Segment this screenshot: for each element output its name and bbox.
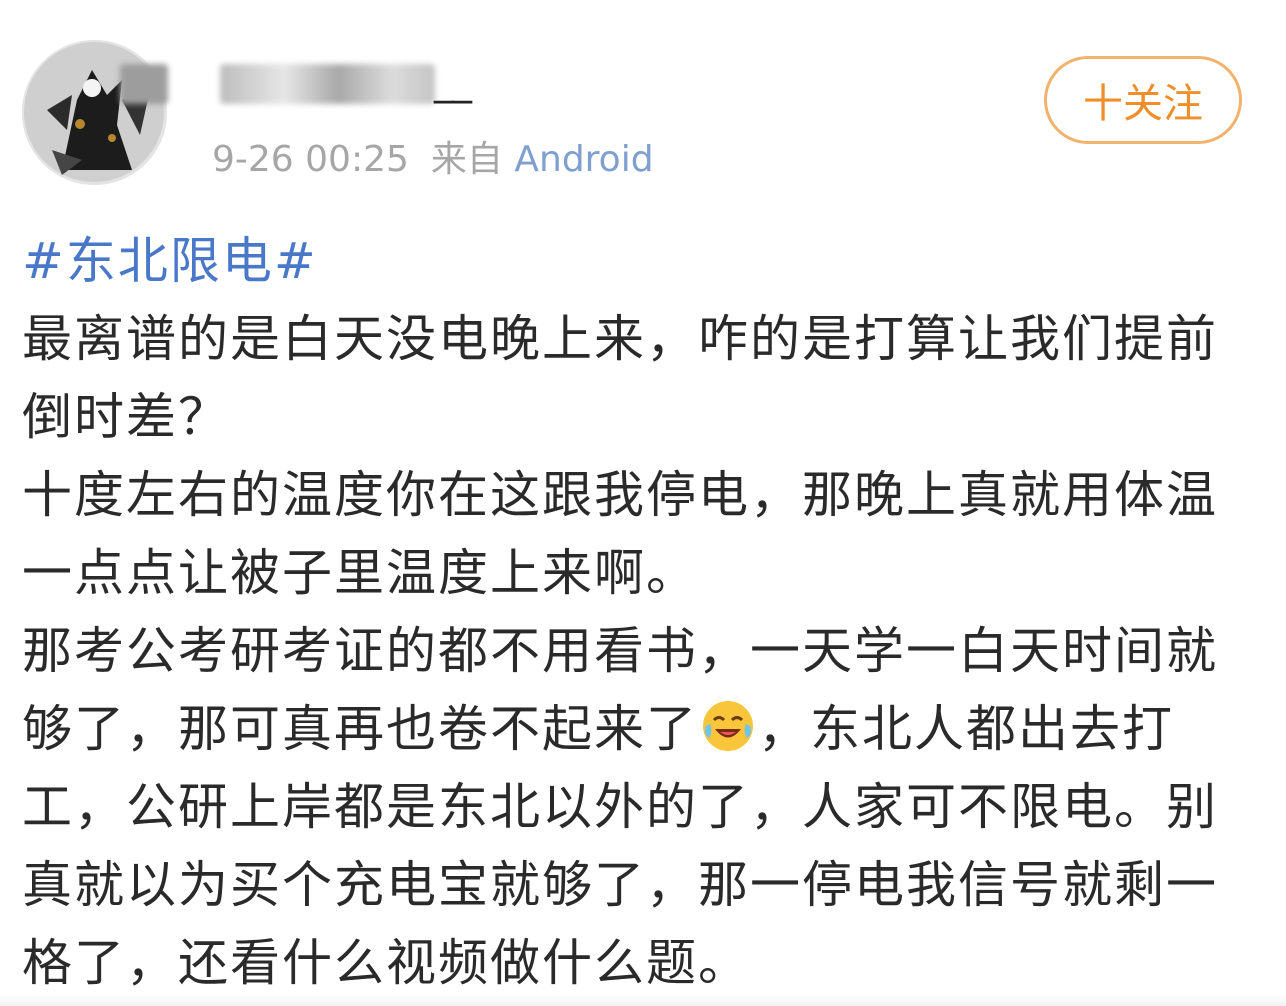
post-source[interactable]: Android bbox=[514, 139, 653, 180]
username-blur-block bbox=[120, 64, 168, 104]
post-paragraph: 十度左右的温度你在这跟我停电，那晚上真就用体温一点点让被子里温度上来啊。 bbox=[22, 466, 1218, 602]
source-prefix: 来自 bbox=[430, 139, 503, 180]
post-timestamp: 9-26 00:25 bbox=[212, 139, 409, 180]
post-paragraph: 那考公考研考证的都不用看书，一天学一白天时间就够了，那可真再也卷不起来了 ，东北人… bbox=[22, 612, 1252, 1002]
crying-laughing-emoji-icon bbox=[700, 698, 756, 754]
post-paragraph: 最离谱的是白天没电晚上来，咋的是打算让我们提前倒时差？ bbox=[22, 310, 1218, 446]
username-blur-block bbox=[220, 64, 435, 104]
username-suffix: __ bbox=[434, 58, 472, 104]
post-meta: 9-26 00:25 来自 Android bbox=[212, 130, 654, 182]
follow-button[interactable]: 十关注 bbox=[1044, 56, 1242, 144]
bottom-edge bbox=[0, 994, 1286, 1006]
weibo-post: __ 9-26 00:25 来自 Android 十关注 #东北限电# 最离谱的是… bbox=[0, 0, 1286, 1006]
hashtag-link[interactable]: #东北限电# bbox=[22, 222, 1252, 300]
post-content: #东北限电# 最离谱的是白天没电晚上来，咋的是打算让我们提前倒时差？ 十度左右的… bbox=[22, 222, 1252, 1002]
